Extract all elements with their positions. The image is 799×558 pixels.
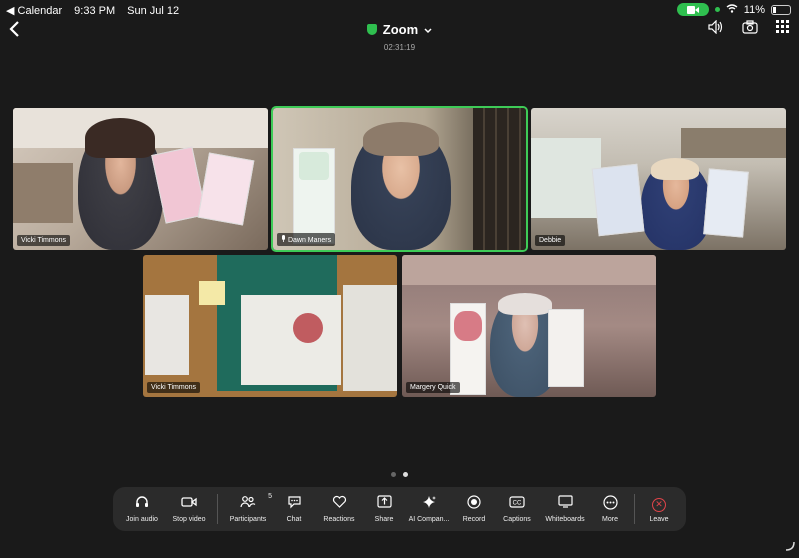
held-card <box>703 168 749 238</box>
participant-name: Margery Quick <box>406 382 460 393</box>
participant-name-text: Dawn Maners <box>287 237 332 244</box>
whiteboards-button[interactable]: Whiteboards <box>540 489 590 529</box>
held-card <box>548 309 584 387</box>
meeting-title[interactable]: Zoom <box>366 22 432 37</box>
flower-stamps <box>293 313 323 343</box>
hair <box>498 293 552 315</box>
video-tile-active-speaker[interactable]: Dawn Maners <box>271 106 528 252</box>
whiteboards-label: Whiteboards <box>545 516 585 523</box>
video-tile[interactable]: Vicki Timmons <box>143 255 397 397</box>
laminate-box <box>145 295 189 375</box>
meeting-toolbar: Join audio Stop video 5 Participants Cha… <box>113 487 686 531</box>
chat-button[interactable]: Chat <box>274 489 314 529</box>
record-button[interactable]: Record <box>454 489 494 529</box>
switch-camera-icon[interactable] <box>742 20 758 38</box>
chat-bubble-icon <box>287 495 302 513</box>
speaker-icon[interactable] <box>708 19 724 38</box>
people-icon <box>240 495 256 513</box>
more-label: More <box>602 516 618 523</box>
camera-indicator-dot <box>714 7 720 12</box>
stop-video-label: Stop video <box>172 516 206 523</box>
hair <box>651 158 699 180</box>
meeting-header: Zoom 02:31:19 <box>0 22 799 52</box>
participants-count: 5 <box>268 493 272 500</box>
toolbar-divider <box>217 494 218 524</box>
status-date: Sun Jul 12 <box>127 4 180 17</box>
captions-button[interactable]: CC Captions <box>494 489 540 529</box>
camera-in-use-icon <box>676 3 709 16</box>
stop-video-button[interactable]: Stop video <box>165 489 213 529</box>
heart-icon <box>332 495 347 513</box>
microphone-icon <box>281 235 288 244</box>
hair <box>363 122 439 156</box>
wifi-icon <box>726 3 738 16</box>
page-indicator[interactable] <box>0 472 799 477</box>
shelf <box>681 128 786 158</box>
header-actions <box>708 19 789 38</box>
video-tile[interactable]: Debbie <box>531 108 786 250</box>
captions-label: Captions <box>503 516 531 523</box>
chat-label: Chat <box>286 516 302 523</box>
battery-percent: 11% <box>743 3 765 16</box>
participant-name: Vicki Timmons <box>17 235 70 246</box>
leave-button[interactable]: ✕ Leave <box>639 489 679 529</box>
join-audio-label: Join audio <box>126 516 158 523</box>
reactions-button[interactable]: Reactions <box>314 489 364 529</box>
paper-sheet <box>241 295 341 385</box>
participant-name: Dawn Maners <box>277 233 336 246</box>
leave-label: Leave <box>649 515 669 523</box>
hair <box>85 118 155 158</box>
status-bar: ◀ Calendar 9:33 PM Sun Jul 12 11% <box>0 0 799 20</box>
whiteboard-icon <box>557 495 573 513</box>
video-tile[interactable]: Margery Quick <box>402 255 656 397</box>
share-label: Share <box>374 516 394 523</box>
sparkle-icon <box>422 495 437 513</box>
ceiling <box>402 255 656 285</box>
video-tile[interactable]: Vicki Timmons <box>13 108 268 250</box>
participant-name: Debbie <box>535 235 566 246</box>
reactions-label: Reactions <box>323 516 355 523</box>
ai-companion-button[interactable]: AI Compan... <box>404 489 454 529</box>
card-flowers <box>299 152 329 180</box>
held-card <box>197 152 255 226</box>
join-audio-button[interactable]: Join audio <box>119 489 165 529</box>
meeting-title-text: Zoom <box>382 22 419 37</box>
status-time: 9:33 PM <box>74 4 116 17</box>
participants-label: Participants <box>229 516 267 523</box>
record-icon <box>467 495 481 513</box>
share-screen-icon <box>376 495 392 513</box>
page-dot-active[interactable] <box>403 472 408 477</box>
closed-captions-icon: CC <box>509 495 525 513</box>
page-dot[interactable] <box>391 472 396 477</box>
window <box>531 138 601 218</box>
sticky-note <box>199 281 225 305</box>
paper-sheet <box>343 285 397 391</box>
meeting-timer: 02:31:19 <box>383 43 416 52</box>
video-camera-icon <box>181 495 197 513</box>
participant-name: Vicki Timmons <box>147 382 200 393</box>
shield-icon <box>366 24 377 35</box>
participants-button[interactable]: 5 Participants <box>222 489 274 529</box>
grid-view-icon[interactable] <box>776 20 789 38</box>
window-blinds <box>13 163 73 223</box>
leave-x-icon: ✕ <box>652 497 666 512</box>
toolbar-divider <box>634 494 635 524</box>
more-button[interactable]: More <box>590 489 630 529</box>
chevron-down-icon <box>424 22 432 37</box>
headphones-icon <box>135 495 149 513</box>
more-dots-icon <box>602 495 618 513</box>
ai-companion-label: AI Compan... <box>408 516 450 523</box>
window-panes <box>473 108 526 250</box>
battery-icon <box>771 4 791 15</box>
record-label: Record <box>462 516 486 523</box>
svg-text:CC: CC <box>513 501 522 507</box>
card-flowers <box>454 311 482 341</box>
back-to-app-link[interactable]: ◀ Calendar <box>6 4 62 17</box>
held-card <box>591 163 645 237</box>
share-button[interactable]: Share <box>364 489 404 529</box>
resize-corner-icon <box>785 541 795 554</box>
